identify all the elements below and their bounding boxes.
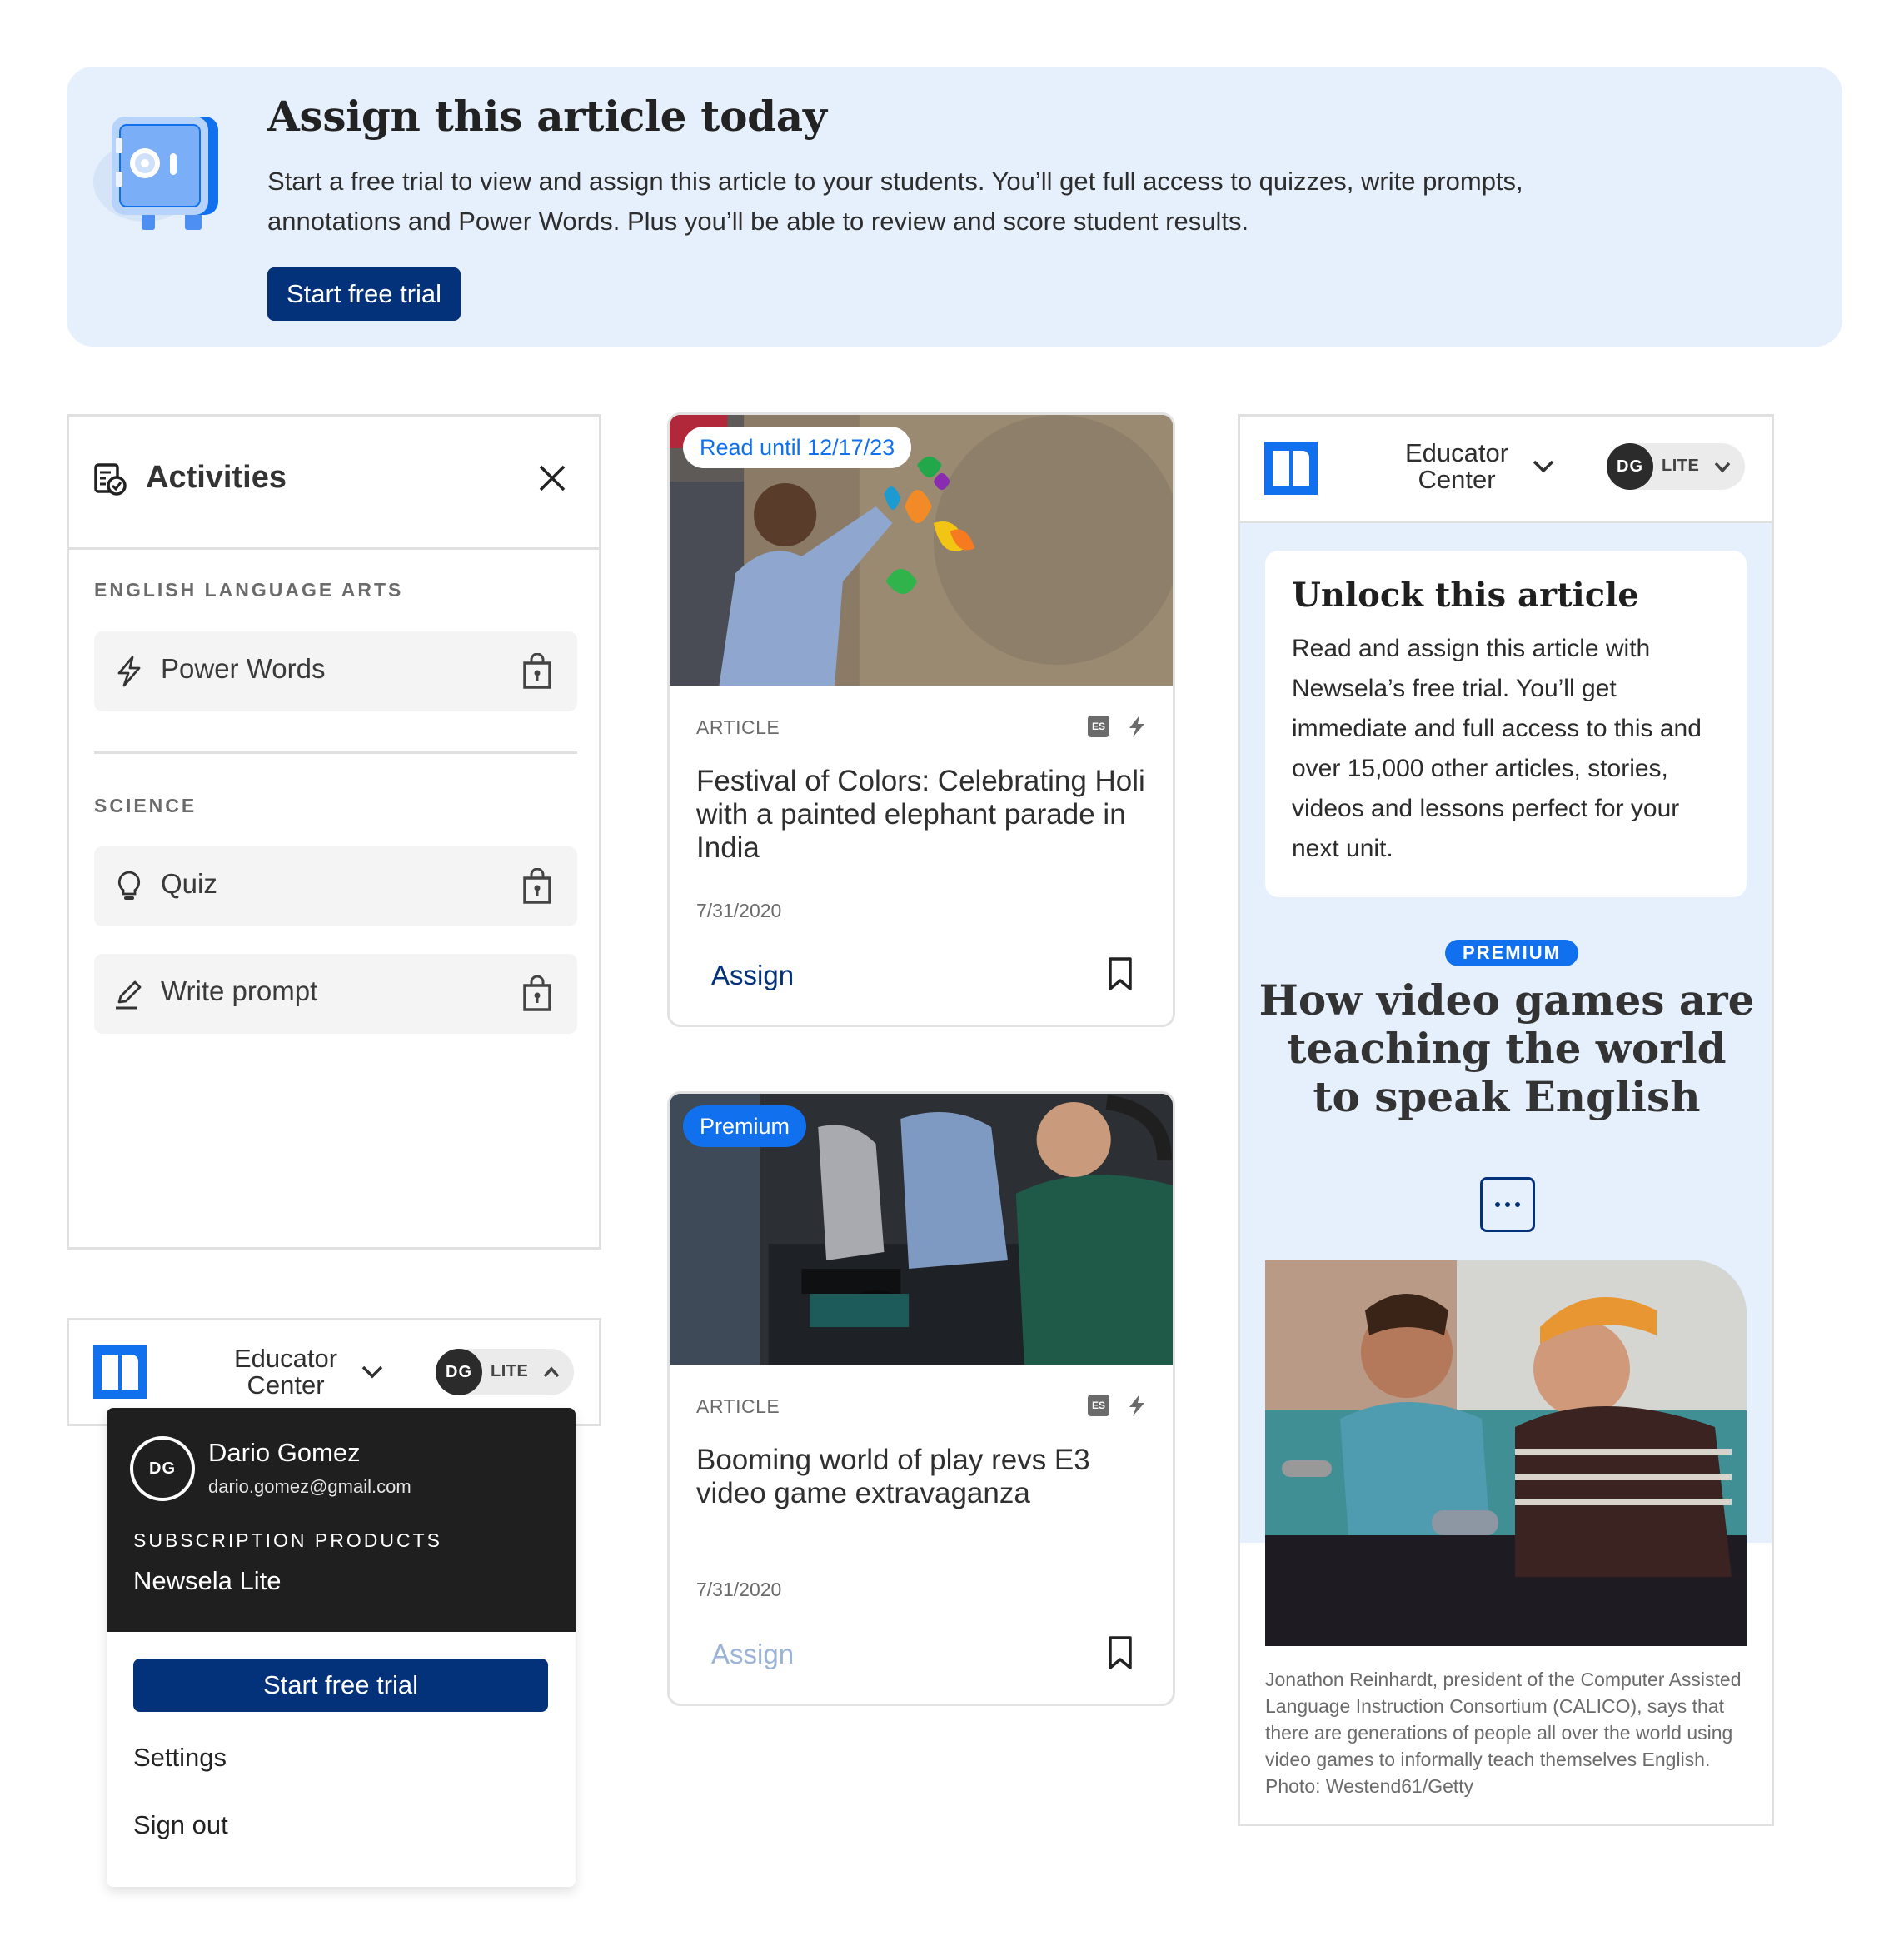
chevron-down-icon[interactable]: [361, 1364, 384, 1380]
activities-header: Activities: [69, 417, 599, 550]
lightbulb-icon: [117, 871, 141, 900]
spanish-available-icon: ES: [1088, 716, 1109, 737]
assign-button[interactable]: Assign: [711, 960, 794, 991]
power-words-bolt-icon: [1129, 1395, 1144, 1416]
educator-center-line1: Educator: [233, 1344, 338, 1373]
close-icon[interactable]: [536, 462, 569, 495]
user-email: dario.gomez@gmail.com: [208, 1476, 411, 1497]
activity-item-power-words[interactable]: Power Words: [94, 631, 577, 711]
article-photo-teens-gaming: [1265, 1260, 1747, 1646]
newsela-logo[interactable]: [93, 1345, 147, 1399]
educator-center-line2: Center: [247, 1370, 325, 1400]
unlock-body: Read and assign this article with Newsel…: [1292, 635, 1702, 862]
lock-icon: [523, 975, 551, 1011]
educator-center-menu[interactable]: Educator Center: [227, 1345, 344, 1399]
premium-badge: Premium: [683, 1105, 807, 1147]
newsela-logo[interactable]: [1264, 442, 1318, 495]
menu-item-settings[interactable]: Settings: [133, 1743, 227, 1773]
educator-center-menu[interactable]: Educator Center: [1398, 440, 1515, 493]
free-trial-banner: Assign this article today Start a free t…: [67, 67, 1842, 347]
read-until-badge: Read until 12/17/23: [683, 427, 912, 468]
activities-title: Activities: [146, 460, 287, 495]
article-card[interactable]: Read until 12/17/23 ARTICLE ES Festival …: [667, 412, 1175, 1027]
activity-item-write-prompt[interactable]: Write prompt: [94, 954, 577, 1034]
subscription-label: SUBSCRIPTION PRODUCTS: [133, 1529, 442, 1551]
banner-title: Assign this article today: [267, 92, 827, 141]
content-type-label: ARTICLE: [696, 716, 780, 738]
start-free-trial-button[interactable]: Start free trial: [267, 267, 461, 321]
educator-center-line2: Center: [1418, 465, 1496, 494]
dot-icon: [1505, 1202, 1510, 1207]
unlock-title: Unlock this article: [1292, 576, 1639, 615]
menu-item-sign-out[interactable]: Sign out: [133, 1810, 228, 1840]
more-options-button[interactable]: [1480, 1177, 1535, 1232]
power-words-bolt-icon: [1129, 716, 1144, 737]
bolt-icon: [117, 656, 141, 687]
account-menu-toggle[interactable]: DG LITE: [1607, 443, 1745, 490]
activity-item-quiz[interactable]: Quiz: [94, 846, 577, 926]
avatar: DG: [130, 1436, 195, 1501]
activity-label: Write prompt: [161, 975, 318, 1006]
account-summary: DG Dario Gomez dario.gomez@gmail.com SUB…: [107, 1408, 576, 1632]
activity-label: Power Words: [161, 653, 326, 684]
chevron-up-icon: [543, 1366, 560, 1378]
article-preview-panel: Educator Center DG LITE Unlock this arti…: [1238, 414, 1774, 1826]
plan-label: LITE: [1662, 457, 1700, 475]
section-label-science: SCIENCE: [94, 795, 197, 816]
activities-checklist-icon: [94, 463, 127, 496]
educator-center-line1: Educator: [1404, 438, 1509, 467]
account-dropdown: DG Dario Gomez dario.gomez@gmail.com SUB…: [107, 1408, 576, 1887]
avatar: DG: [1607, 443, 1653, 490]
content-type-label: ARTICLE: [696, 1395, 780, 1417]
bookmark-icon[interactable]: [1108, 956, 1133, 991]
lock-icon: [523, 653, 551, 689]
banner-body: Start a free trial to view and assign th…: [267, 167, 1523, 236]
user-name: Dario Gomez: [208, 1438, 361, 1467]
assign-button-disabled[interactable]: Assign: [711, 1639, 794, 1670]
subscription-product: Newsela Lite: [133, 1566, 282, 1595]
spanish-available-icon: ES: [1088, 1395, 1109, 1416]
section-label-ela: ENGLISH LANGUAGE ARTS: [94, 579, 404, 601]
plan-label: LITE: [491, 1362, 529, 1380]
premium-badge: PREMIUM: [1445, 940, 1578, 966]
lock-icon: [523, 868, 551, 904]
article-title[interactable]: Festival of Colors: Celebrating Holi wit…: [696, 765, 1146, 865]
activities-panel: Activities ENGLISH LANGUAGE ARTS Power W…: [67, 414, 601, 1250]
article-date: 7/31/2020: [696, 900, 782, 921]
article-date: 7/31/2020: [696, 1579, 782, 1600]
dot-icon: [1515, 1202, 1520, 1207]
account-menu-toggle[interactable]: DG LITE: [436, 1349, 574, 1395]
bookmark-icon[interactable]: [1108, 1635, 1133, 1670]
chevron-down-icon: [1714, 462, 1731, 473]
site-header: Educator Center DG LITE: [1240, 417, 1772, 523]
pencil-icon: [116, 980, 142, 1010]
avatar: DG: [436, 1349, 482, 1395]
chevron-down-icon[interactable]: [1532, 458, 1555, 475]
article-headline: How video games are teaching the world t…: [1259, 975, 1755, 1121]
article-title[interactable]: Booming world of play revs E3 video game…: [696, 1444, 1146, 1510]
safe-icon: [93, 117, 218, 230]
dot-icon: [1495, 1202, 1500, 1207]
start-free-trial-button[interactable]: Start free trial: [133, 1659, 548, 1712]
photo-caption: Jonathon Reinhardt, president of the Com…: [1265, 1669, 1742, 1797]
unlock-article-card: Unlock this article Read and assign this…: [1265, 551, 1747, 897]
article-card[interactable]: Premium ARTICLE ES Booming world of play…: [667, 1091, 1175, 1706]
activity-label: Quiz: [161, 868, 217, 899]
section-divider: [94, 751, 577, 754]
